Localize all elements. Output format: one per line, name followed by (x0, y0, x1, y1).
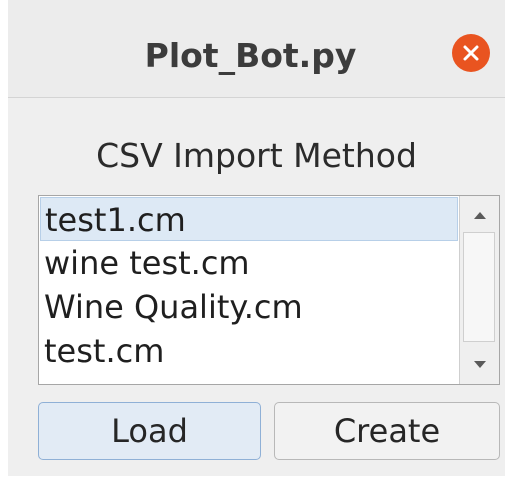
app-window: Plot_Bot.py CSV Import Method test1.cm w… (8, 0, 505, 476)
list-scrollbar[interactable] (459, 196, 499, 384)
list-item[interactable]: test.cm (40, 329, 458, 373)
close-icon (463, 45, 479, 61)
csv-method-listbox[interactable]: test1.cm wine test.cm Wine Quality.cm te… (38, 195, 500, 385)
title-bar[interactable]: Plot_Bot.py (8, 0, 505, 98)
list-item[interactable]: test1.cm (40, 197, 458, 241)
arrow-down-icon (473, 361, 486, 368)
import-method-heading: CSV Import Method (96, 136, 417, 175)
create-button[interactable]: Create (274, 402, 500, 460)
window-title: Plot_Bot.py (144, 36, 357, 75)
arrow-up-icon (473, 212, 486, 219)
scroll-up-button[interactable] (460, 198, 499, 232)
scroll-down-button[interactable] (460, 348, 499, 382)
list-item[interactable]: Wine Quality.cm (40, 285, 458, 329)
csv-method-list: test1.cm wine test.cm Wine Quality.cm te… (40, 197, 458, 383)
list-item[interactable]: wine test.cm (40, 241, 458, 285)
load-button[interactable]: Load (38, 402, 261, 460)
scroll-thumb[interactable] (463, 232, 495, 342)
close-button[interactable] (452, 34, 490, 72)
